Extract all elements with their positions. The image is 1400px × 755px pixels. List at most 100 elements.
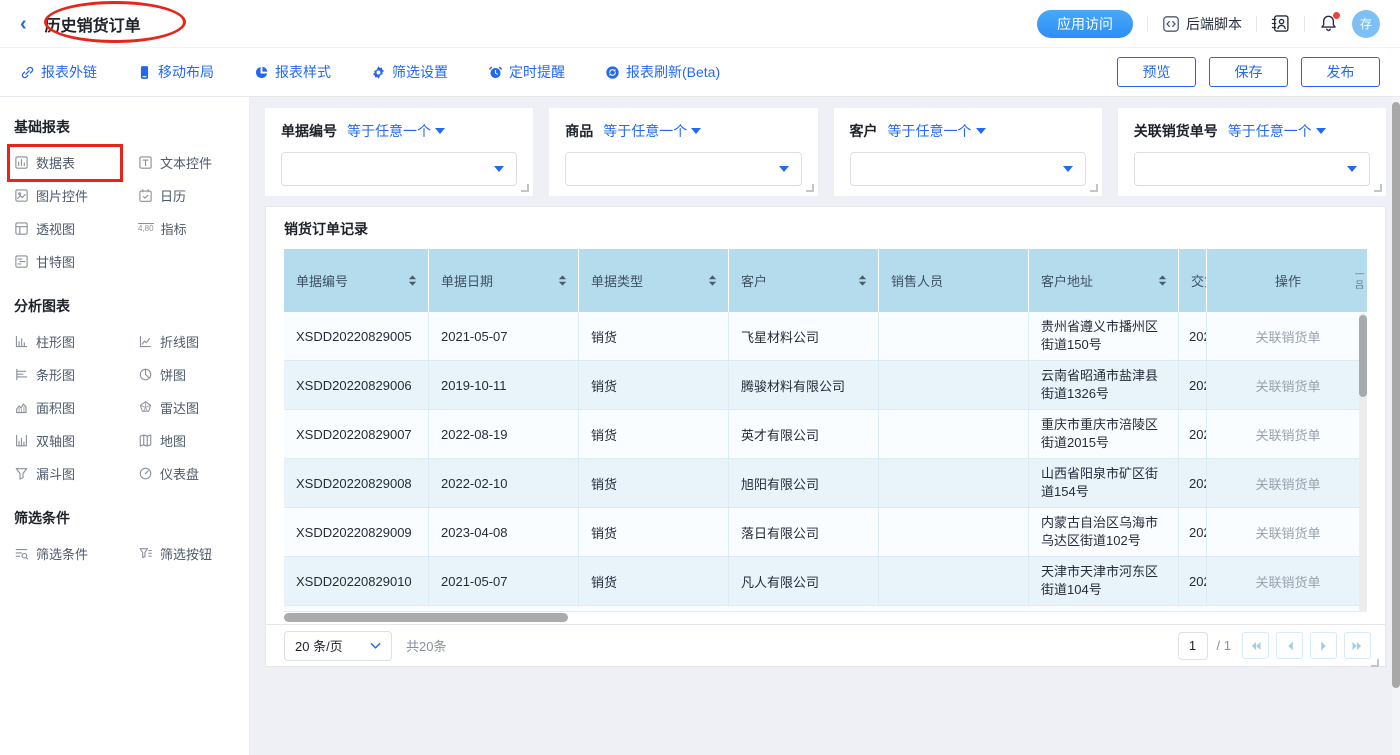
sidebar-item-dual-axis-chart[interactable]: 双轴图 bbox=[14, 431, 138, 449]
publish-button[interactable]: 发布 bbox=[1301, 57, 1380, 87]
previous-page-button[interactable] bbox=[1276, 632, 1303, 659]
sidebar-item-funnel-chart[interactable]: 漏斗图 bbox=[14, 464, 138, 482]
app-access-button[interactable]: 应用访问 bbox=[1037, 10, 1133, 38]
area-chart-icon bbox=[14, 400, 29, 415]
column-header-salesperson[interactable]: 销售人员 bbox=[879, 249, 1029, 312]
column-header-type[interactable]: 单据类型 bbox=[579, 249, 729, 312]
sidebar-item-metric[interactable]: 4,80 指标 bbox=[138, 219, 248, 237]
save-button[interactable]: 保存 bbox=[1209, 57, 1288, 87]
next-page-button[interactable] bbox=[1310, 632, 1337, 659]
table-vertical-scrollbar-thumb[interactable] bbox=[1359, 315, 1367, 397]
page-size-select[interactable]: 20 条/页 bbox=[284, 631, 392, 661]
radar-chart-icon bbox=[138, 400, 153, 415]
related-sales-link[interactable]: 关联销货单 bbox=[1255, 572, 1320, 591]
filter-widget-related-sales-no[interactable]: 关联销货单号 等于任意一个 bbox=[1118, 108, 1386, 196]
sidebar-item-gantt[interactable]: 甘特图 bbox=[14, 252, 138, 270]
table-vertical-scrollbar[interactable] bbox=[1359, 313, 1367, 612]
filter-condition-dropdown[interactable]: 等于任意一个 bbox=[1228, 121, 1326, 141]
cell-date: 2021-05-07 bbox=[429, 312, 579, 360]
column-header-customer[interactable]: 客户 bbox=[729, 249, 879, 312]
related-sales-link[interactable]: 关联销货单 bbox=[1255, 523, 1320, 542]
page-scrollbar[interactable] bbox=[1392, 97, 1400, 755]
column-label: 操作 bbox=[1275, 271, 1301, 290]
sidebar-item-radar-chart[interactable]: 雷达图 bbox=[138, 398, 248, 416]
sidebar-item-line-chart[interactable]: 折线图 bbox=[138, 332, 248, 350]
sidebar-item-bar-chart[interactable]: 条形图 bbox=[14, 365, 138, 383]
filter-value-select[interactable] bbox=[850, 152, 1086, 186]
filter-value-select[interactable] bbox=[281, 152, 517, 186]
page-number-input[interactable] bbox=[1178, 632, 1208, 660]
cell-date: 2022-02-10 bbox=[429, 459, 579, 507]
column-chart-icon bbox=[14, 334, 29, 349]
toolbar-item-filter-settings[interactable]: 筛选设置 bbox=[371, 62, 448, 82]
table-horizontal-scrollbar[interactable] bbox=[284, 612, 1367, 624]
sidebar-item-column-chart[interactable]: 柱形图 bbox=[14, 332, 138, 350]
column-header-date[interactable]: 单据日期 bbox=[429, 249, 579, 312]
filter-value-select[interactable] bbox=[1134, 152, 1370, 186]
sidebar-item-map[interactable]: 地图 bbox=[138, 431, 248, 449]
sidebar-item-text-widget[interactable]: 文本控件 bbox=[138, 153, 248, 171]
sidebar-item-filter-condition[interactable]: 筛选条件 bbox=[14, 544, 138, 562]
column-header-delivery-date[interactable]: 交货日期 bbox=[1179, 249, 1207, 312]
address-book-icon[interactable] bbox=[1271, 14, 1290, 33]
table-row[interactable]: XSDD20220829007 2022-08-19 销货 英才有限公司 重庆市… bbox=[284, 410, 1367, 459]
sidebar-item-area-chart[interactable]: 面积图 bbox=[14, 398, 138, 416]
related-sales-link[interactable]: 关联销货单 bbox=[1255, 425, 1320, 444]
page-scrollbar-thumb[interactable] bbox=[1392, 102, 1400, 688]
sort-icon[interactable] bbox=[707, 274, 718, 287]
sales-order-table-widget[interactable]: 销货订单记录 单据编号 单据日期 单据类型 bbox=[265, 206, 1386, 667]
toolbar-item-report-style[interactable]: 报表样式 bbox=[254, 62, 331, 82]
cell-address: 云南省昭通市盐津县街道1326号 bbox=[1029, 361, 1179, 409]
preview-button[interactable]: 预览 bbox=[1117, 57, 1196, 87]
filter-condition-dropdown[interactable]: 等于任意一个 bbox=[888, 121, 986, 141]
sidebar-item-calendar[interactable]: 日历 bbox=[138, 186, 248, 204]
table-horizontal-scrollbar-thumb[interactable] bbox=[284, 613, 568, 622]
notification-bell-icon[interactable] bbox=[1319, 14, 1338, 33]
column-header-address[interactable]: 客户地址 bbox=[1029, 249, 1179, 312]
table-row[interactable]: XSDD20220829009 2023-04-08 销货 落日有限公司 内蒙古… bbox=[284, 508, 1367, 557]
last-page-button[interactable] bbox=[1344, 632, 1371, 659]
sidebar-item-filter-button[interactable]: 筛选按钮 bbox=[138, 544, 248, 562]
filter-condition-dropdown[interactable]: 等于任意一个 bbox=[603, 121, 701, 141]
sort-icon[interactable] bbox=[857, 274, 868, 287]
filter-value-select[interactable] bbox=[565, 152, 801, 186]
column-header-actions[interactable]: 操作 —吕 bbox=[1207, 249, 1367, 312]
table-title: 销货订单记录 bbox=[266, 207, 1385, 249]
sidebar-item-image-widget[interactable]: 图片控件 bbox=[14, 186, 138, 204]
avatar[interactable]: 存 bbox=[1352, 10, 1380, 38]
filter-condition-dropdown[interactable]: 等于任意一个 bbox=[347, 121, 445, 141]
column-header-order-no[interactable]: 单据编号 bbox=[284, 249, 429, 312]
toolbar-item-external-link[interactable]: 报表外链 bbox=[20, 62, 97, 82]
table-row[interactable]: XSDD20220829008 2022-02-10 销货 旭阳有限公司 山西省… bbox=[284, 459, 1367, 508]
chevron-down-icon bbox=[1063, 166, 1073, 172]
sidebar-item-label: 指标 bbox=[161, 219, 187, 238]
first-page-button[interactable] bbox=[1242, 632, 1269, 659]
sidebar-item-pivot[interactable]: 透视图 bbox=[14, 219, 138, 237]
table-row[interactable]: XSDD20220829010 2021-05-07 销货 凡人有限公司 天津市… bbox=[284, 557, 1367, 606]
table-row[interactable]: XSDD20220829006 2019-10-11 销货 腾骏材料有限公司 云… bbox=[284, 361, 1367, 410]
sort-icon[interactable] bbox=[1157, 274, 1168, 287]
map-icon bbox=[138, 433, 153, 448]
filter-widget-order-no[interactable]: 单据编号 等于任意一个 bbox=[265, 108, 533, 196]
toolbar-item-scheduled-reminder[interactable]: 定时提醒 bbox=[488, 62, 565, 82]
related-sales-link[interactable]: 关联销货单 bbox=[1255, 327, 1320, 346]
cell-customer: 落日有限公司 bbox=[729, 508, 879, 556]
related-sales-link[interactable]: 关联销货单 bbox=[1255, 474, 1320, 493]
toolbar-item-report-refresh[interactable]: 报表刷新(Beta) bbox=[605, 62, 720, 82]
sidebar-item-gauge[interactable]: 仪表盘 bbox=[138, 464, 248, 482]
sort-icon[interactable] bbox=[557, 274, 568, 287]
back-icon[interactable]: ‹ bbox=[20, 14, 27, 34]
sidebar-item-data-table[interactable]: 数据表 bbox=[14, 153, 138, 171]
column-settings-icon[interactable]: —吕 bbox=[1355, 267, 1364, 292]
sort-icon[interactable] bbox=[407, 274, 418, 287]
sidebar-item-pie-chart[interactable]: 饼图 bbox=[138, 365, 248, 383]
backend-script-button[interactable]: 后端脚本 bbox=[1162, 14, 1242, 34]
cell-delivery-date: 202 bbox=[1179, 410, 1207, 458]
backend-script-label: 后端脚本 bbox=[1186, 14, 1242, 34]
table-row[interactable]: XSDD20220829005 2021-05-07 销货 飞星材料公司 贵州省… bbox=[284, 312, 1367, 361]
related-sales-link[interactable]: 关联销货单 bbox=[1255, 376, 1320, 395]
cell-address: 内蒙古自治区乌海市乌达区街道102号 bbox=[1029, 508, 1179, 556]
filter-widget-product[interactable]: 商品 等于任意一个 bbox=[549, 108, 817, 196]
filter-widget-customer[interactable]: 客户 等于任意一个 bbox=[834, 108, 1102, 196]
toolbar-item-mobile-layout[interactable]: 移动布局 bbox=[137, 62, 214, 82]
